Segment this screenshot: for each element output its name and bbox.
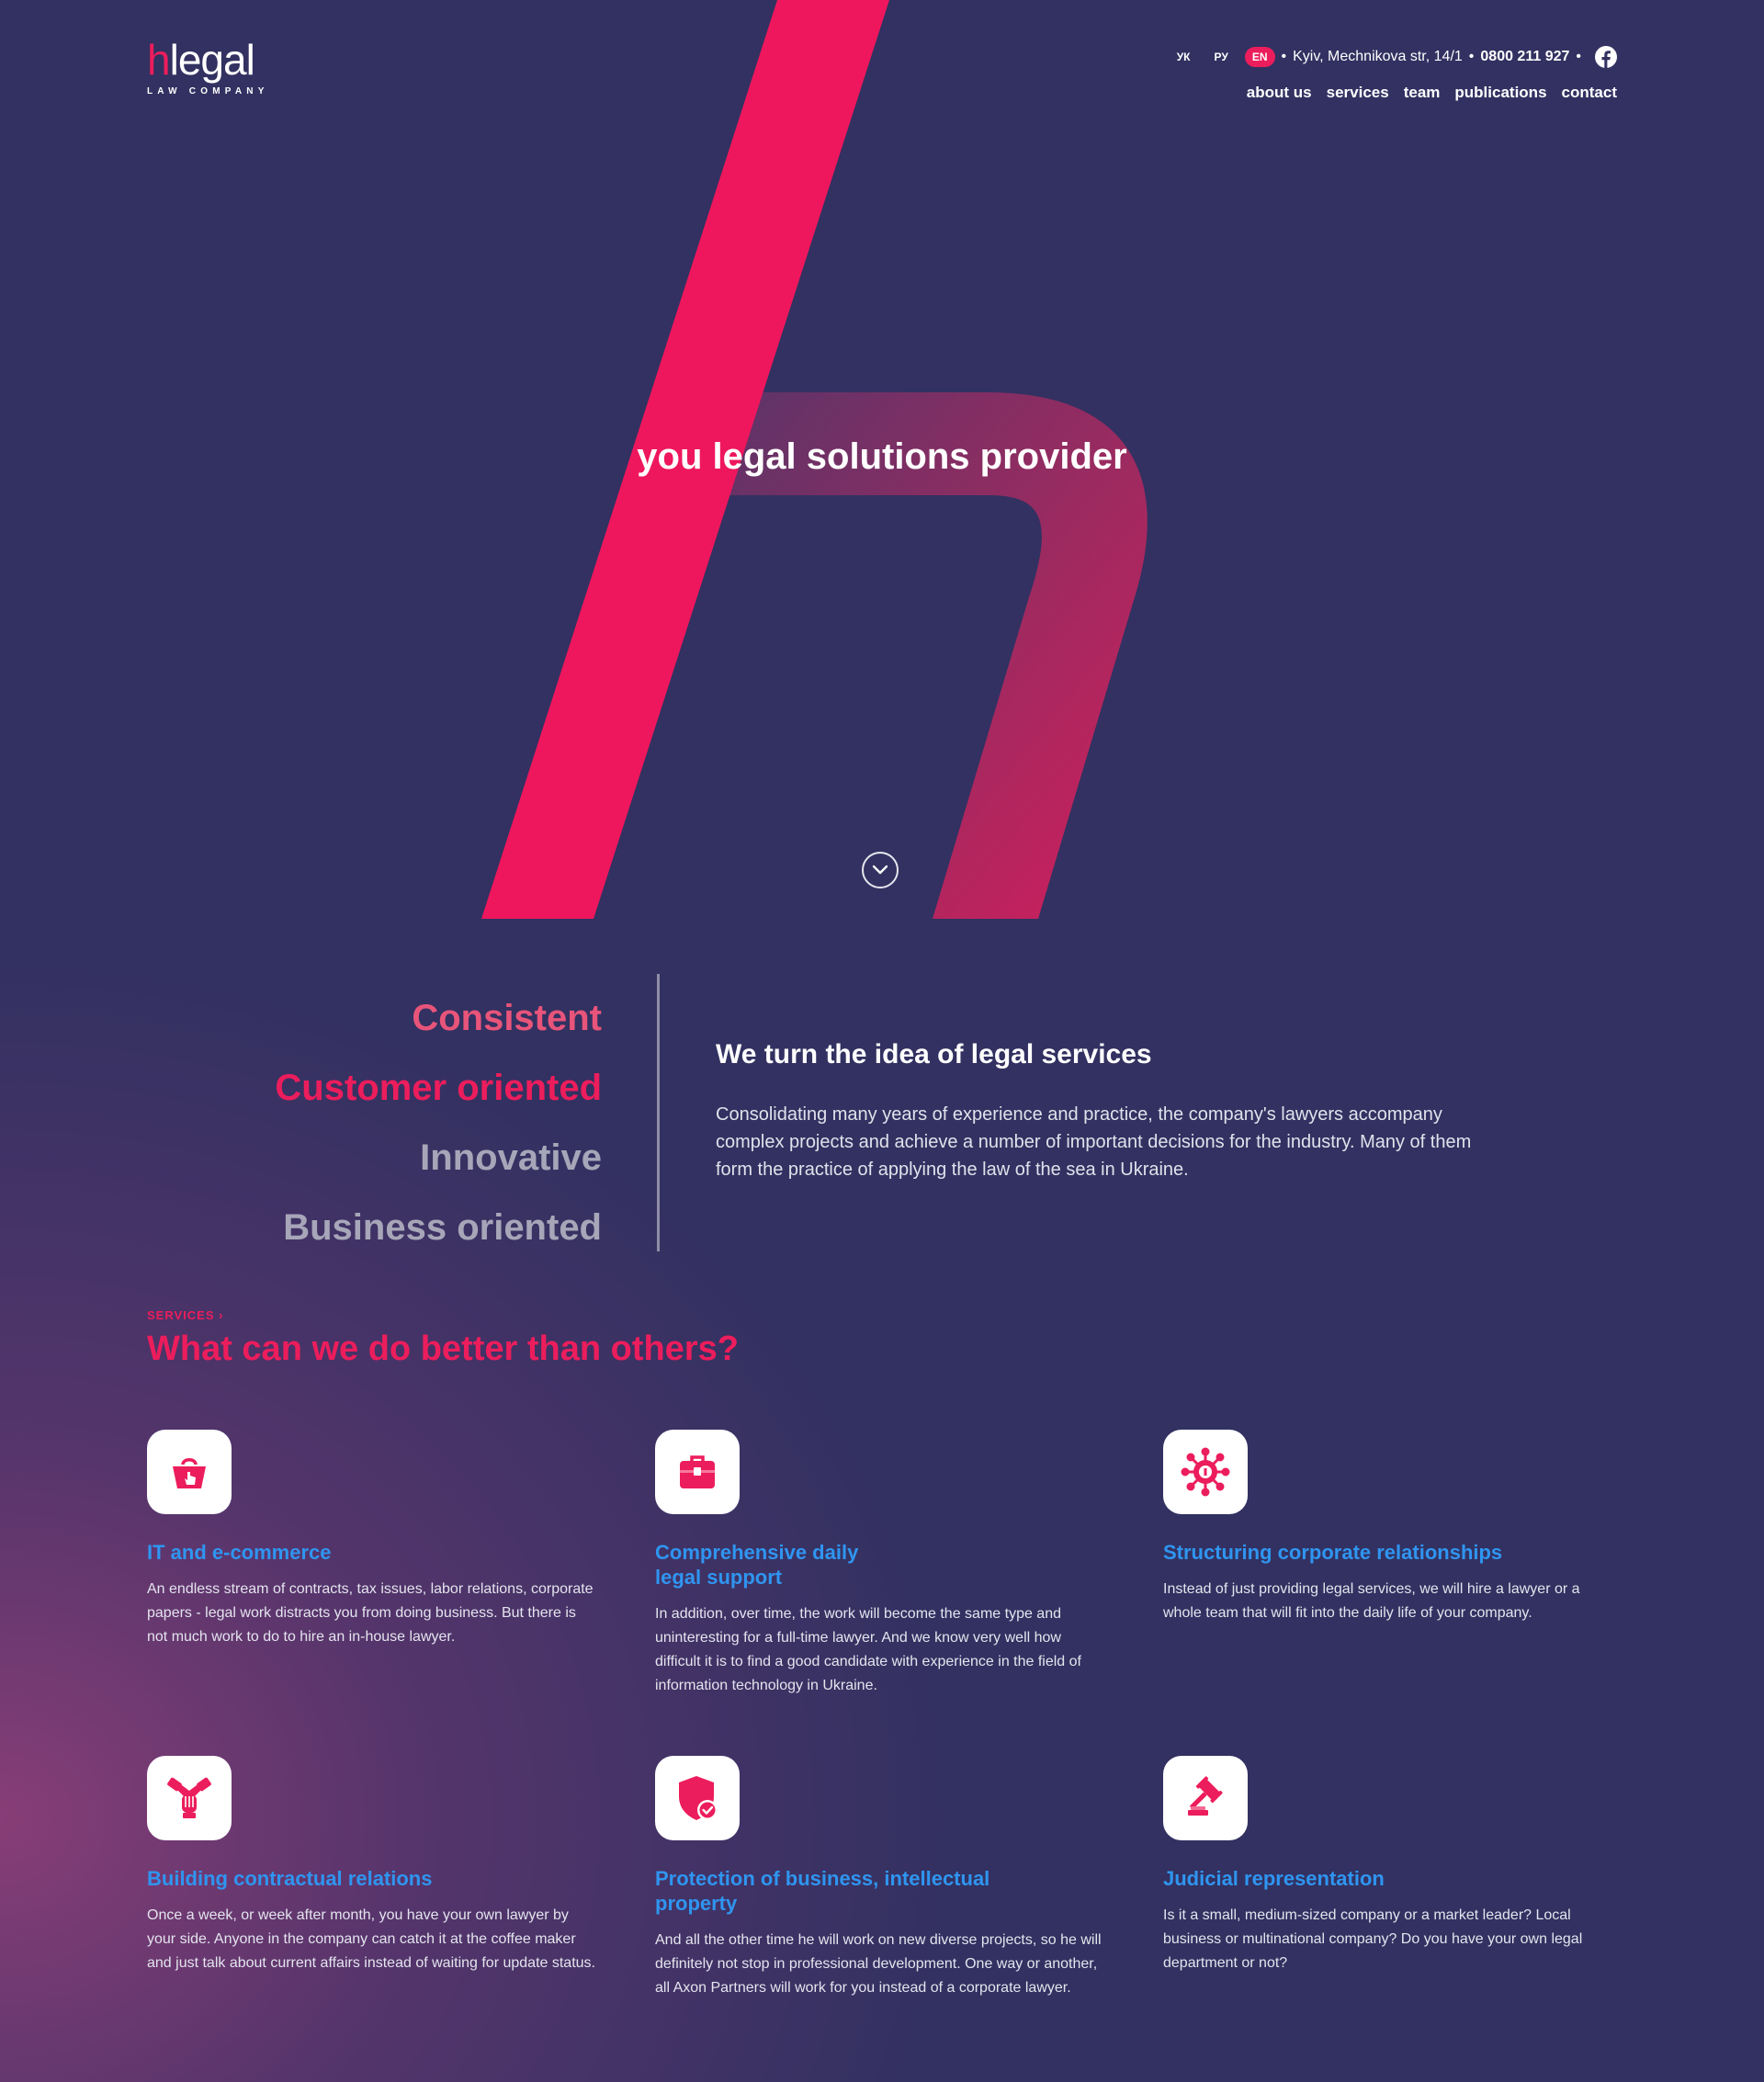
hero-title: you legal solutions provider	[637, 436, 1127, 477]
divider-line	[657, 974, 660, 1251]
card-text: Once a week, or week after month, you ha…	[147, 1907, 595, 1971]
chevron-right-icon: ›	[219, 1308, 224, 1322]
network-icon	[1181, 1447, 1230, 1497]
card-text: Instead of just providing legal services…	[1163, 1581, 1580, 1621]
about-text: Consolidating many years of experience a…	[716, 1104, 1472, 1180]
card-title: Building contractual relations	[147, 1867, 433, 1890]
scroll-down-button[interactable]	[862, 852, 899, 888]
nav-services[interactable]: services	[1327, 84, 1389, 102]
card-title: Protection of business, intellectual pro…	[655, 1867, 990, 1915]
card-icon-tile	[1163, 1430, 1248, 1514]
separator-dot: •	[1468, 49, 1475, 64]
chevron-down-icon	[872, 865, 888, 875]
services-title: What can we do better than others?	[147, 1330, 739, 1368]
card-icon-tile	[655, 1430, 740, 1514]
card-icon-tile	[655, 1756, 740, 1840]
separator-dot: •	[1576, 49, 1581, 64]
logo-h: h	[147, 36, 171, 84]
card-text: And all the other time he will work on n…	[655, 1932, 1102, 1996]
logo[interactable]: hlegal LAW COMPANY	[147, 39, 269, 96]
service-card-daily-support[interactable]: Comprehensive daily legal support In add…	[655, 1430, 1105, 1698]
nav-team[interactable]: team	[1404, 84, 1441, 102]
page: hlegal LAW COMPANY УК РУ EN • Kyiv, Mech…	[0, 0, 1764, 2082]
service-card-ip-protection[interactable]: Protection of business, intellectual pro…	[655, 1756, 1105, 2000]
card-text: In addition, over time, the work will be…	[655, 1606, 1081, 1693]
separator-dot: •	[1281, 49, 1287, 64]
services-link[interactable]: SERVICES ›	[147, 1308, 223, 1322]
lang-ru[interactable]: РУ	[1207, 47, 1236, 67]
card-icon-tile	[147, 1756, 232, 1840]
value-consistent: Consistent	[412, 998, 602, 1038]
card-title: Comprehensive daily legal support	[655, 1541, 859, 1589]
lang-en[interactable]: EN	[1244, 47, 1275, 67]
value-customer-oriented: Customer oriented	[275, 1068, 602, 1108]
card-icon-tile	[147, 1430, 232, 1514]
nav-publications[interactable]: publications	[1454, 84, 1546, 102]
logo-wordmark: hlegal	[147, 39, 269, 81]
phone-link[interactable]: 0800 211 927	[1480, 49, 1569, 65]
card-text: An endless stream of contracts, tax issu…	[147, 1581, 594, 1645]
service-card-corporate-relationships[interactable]: Structuring corporate relationships Inst…	[1163, 1430, 1613, 1625]
nav-contact[interactable]: contact	[1562, 84, 1617, 102]
lang-uk[interactable]: УК	[1170, 47, 1198, 67]
facebook-icon[interactable]	[1595, 46, 1617, 68]
shield-check-icon	[679, 1776, 718, 1820]
card-text: Is it a small, medium-sized company or a…	[1163, 1907, 1583, 1971]
address: Kyiv, Mechnikova str, 14/1	[1293, 49, 1463, 64]
top-contact-bar: УК РУ EN • Kyiv, Mechnikova str, 14/1 • …	[1160, 46, 1617, 68]
logo-legal: legal	[169, 36, 255, 84]
service-card-contractual-relations[interactable]: Building contractual relations Once a we…	[147, 1756, 597, 1975]
gavel-icon	[1188, 1776, 1223, 1816]
value-innovative: Innovative	[420, 1137, 602, 1178]
value-business-oriented: Business oriented	[283, 1207, 602, 1248]
handshake-icon	[167, 1777, 211, 1818]
card-title: Judicial representation	[1163, 1867, 1385, 1890]
about-title: We turn the idea of legal services	[716, 1039, 1152, 1069]
nav-about-us[interactable]: about us	[1247, 84, 1312, 102]
card-title: Structuring corporate relationships	[1163, 1541, 1503, 1564]
logo-subtitle: LAW COMPANY	[147, 86, 269, 96]
card-icon-tile	[1163, 1756, 1248, 1840]
briefcase-icon	[680, 1455, 715, 1488]
card-title: IT and e-commerce	[147, 1541, 332, 1564]
shopping-basket-icon	[173, 1458, 206, 1488]
service-card-it-ecommerce[interactable]: IT and e-commerce An endless stream of c…	[147, 1430, 597, 1649]
values-list: Consistent Customer oriented Innovative …	[275, 983, 602, 1262]
service-card-judicial-representation[interactable]: Judicial representation Is it a small, m…	[1163, 1756, 1613, 1975]
services-kicker: SERVICES	[147, 1308, 215, 1322]
main-nav: about us services team publications cont…	[1247, 84, 1617, 102]
